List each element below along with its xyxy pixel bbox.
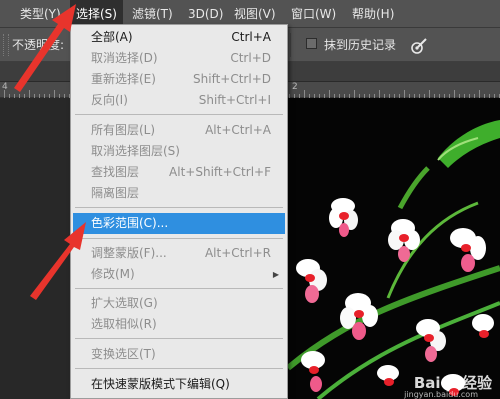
ruler-tick (354, 90, 355, 98)
select-menu-dropdown: 全部(A) Ctrl+A 取消选择(D) Ctrl+D 重新选择(E) Shif… (70, 24, 288, 399)
menu-item-deselect-layers[interactable]: 取消选择图层(S) (73, 141, 285, 162)
menu-item-deselect[interactable]: 取消选择(D) Ctrl+D (73, 48, 285, 69)
menu-item-refine-mask[interactable]: 调整蒙版(F)... Alt+Ctrl+R (73, 243, 285, 264)
pressure-brush-icon[interactable] (409, 36, 429, 56)
menu-item-label: 隔离图层 (91, 186, 140, 200)
ruler-tick (404, 90, 405, 98)
menu-separator (75, 207, 283, 208)
menu-item-label: 在快速蒙版模式下编辑(Q) (91, 377, 230, 391)
menu-item-label: 选取相似(R) (91, 317, 157, 331)
ruler-tick (29, 90, 30, 98)
menu-item-color-range[interactable]: 色彩范围(C)... (73, 213, 285, 234)
orchid-photo (288, 120, 500, 399)
menu-item-shortcut: Alt+Ctrl+A (205, 123, 271, 137)
menu-item-label: 查找图层 (91, 165, 140, 179)
ruler-tick (329, 90, 330, 98)
menu-item-isolate-layers[interactable]: 隔离图层 (73, 183, 285, 204)
document-canvas[interactable]: Baidu经验 jingyan.baidu.com (288, 98, 500, 399)
ruler-tick (454, 90, 455, 98)
ruler-number: 2 (292, 82, 298, 92)
ruler-tick (479, 90, 480, 98)
menu-item-shortcut: Ctrl+A (231, 30, 271, 44)
ruler-tick (59, 94, 60, 98)
ruler-tick (44, 94, 45, 98)
menu-item-label: 所有图层(L) (91, 123, 156, 137)
menu-item-find-layers[interactable]: 查找图层 Alt+Shift+Ctrl+F (73, 162, 285, 183)
menu-item-all-layers[interactable]: 所有图层(L) Alt+Ctrl+A (73, 120, 285, 141)
ruler-tick (24, 94, 25, 98)
menu-item-label: 修改(M) (91, 267, 135, 281)
menu-help[interactable]: 帮助(H) (352, 0, 394, 28)
menu-item-label: 重新选择(E) (91, 72, 156, 86)
menu-separator (75, 288, 283, 289)
watermark-url: jingyan.baidu.com (404, 390, 478, 399)
menu-item-label: 反向(I) (91, 93, 128, 107)
ruler-tick (64, 94, 65, 98)
menu-item-transform-selection[interactable]: 变换选区(T) (73, 344, 285, 365)
ruler-tick (19, 94, 20, 98)
menu-item-label: 变换选区(T) (91, 347, 156, 361)
ruler-tick (34, 94, 35, 98)
toolbar-grip[interactable] (3, 34, 9, 56)
menu-window[interactable]: 窗口(W) (291, 0, 336, 28)
ruler-tick (14, 94, 15, 98)
erase-to-history-label[interactable]: 抹到历史记录 (324, 36, 396, 53)
ruler-tick (54, 90, 55, 98)
menu-separator (75, 338, 283, 339)
ruler-tick (379, 90, 380, 98)
menu-item-quick-mask[interactable]: 在快速蒙版模式下编辑(Q) (73, 374, 285, 395)
submenu-arrow-icon: ▶ (272, 270, 279, 279)
menu-item-shortcut: Alt+Shift+Ctrl+F (169, 165, 271, 179)
menu-separator (75, 368, 283, 369)
ruler-tick (4, 90, 5, 98)
menu-item-label: 取消选择图层(S) (91, 144, 180, 158)
ruler-tick (429, 90, 430, 98)
ruler-tick (39, 94, 40, 98)
menu-separator (75, 238, 283, 239)
ruler-tick (304, 90, 305, 98)
orchid-flower-cluster (296, 198, 494, 396)
menu-item-inverse[interactable]: 反向(I) Shift+Ctrl+I (73, 90, 285, 111)
menu-type[interactable]: 类型(Y) (20, 0, 61, 28)
ruler-tick (49, 94, 50, 98)
menu-item-label: 全部(A) (91, 30, 133, 44)
menu-item-similar[interactable]: 选取相似(R) (73, 314, 285, 335)
options-divider (290, 33, 291, 57)
menu-item-shortcut: Alt+Ctrl+R (204, 246, 271, 260)
menu-item-modify[interactable]: 修改(M) ▶ (73, 264, 285, 285)
menu-item-shortcut: Ctrl+D (230, 51, 271, 65)
menu-item-select-all[interactable]: 全部(A) Ctrl+A (73, 27, 285, 48)
menu-item-shortcut: Shift+Ctrl+D (193, 72, 271, 86)
menu-separator (75, 114, 283, 115)
opacity-label: 不透明度: (12, 38, 65, 52)
menu-item-label: 取消选择(D) (91, 51, 158, 65)
menu-item-label: 调整蒙版(F)... (91, 246, 167, 260)
menu-item-label: 色彩范围(C)... (91, 216, 169, 230)
ruler-tick (9, 94, 10, 98)
menu-item-shortcut: Shift+Ctrl+I (198, 93, 271, 107)
menu-item-label: 扩大选取(G) (91, 296, 158, 310)
erase-to-history-checkbox[interactable] (306, 38, 317, 49)
menu-item-reselect[interactable]: 重新选择(E) Shift+Ctrl+D (73, 69, 285, 90)
menu-item-grow[interactable]: 扩大选取(G) (73, 293, 285, 314)
